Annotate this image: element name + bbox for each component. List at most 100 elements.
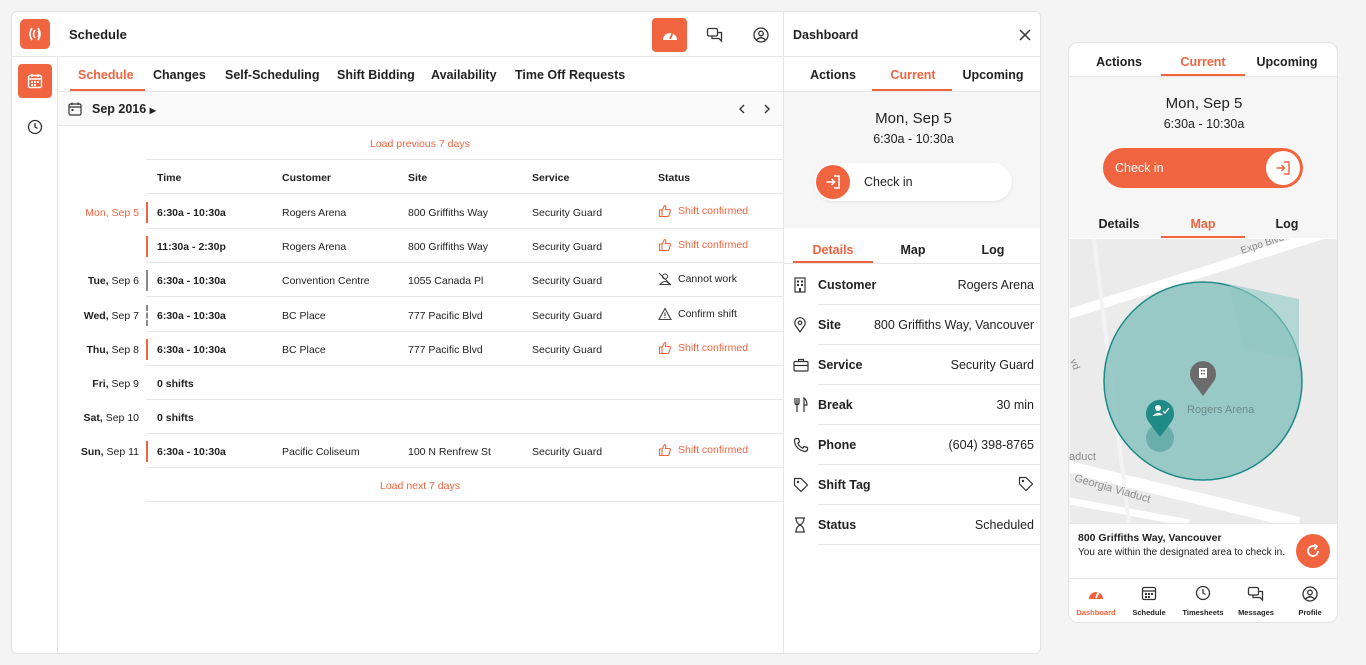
sidebar-item-schedule[interactable] <box>18 64 52 98</box>
tab-details[interactable]: Details <box>1077 217 1161 231</box>
load-next-link[interactable]: Load next 7 days <box>380 480 460 492</box>
table-row[interactable]: Wed, Sep 7 6:30a - 10:30a BC Place 777 Paci… <box>58 298 783 332</box>
nav-timesheets[interactable]: Timesheets <box>1176 585 1230 617</box>
calendar-icon <box>27 74 43 89</box>
tab-upcoming[interactable]: Upcoming <box>950 68 1036 82</box>
sidebar <box>12 57 58 653</box>
user-circle-icon <box>1302 586 1318 602</box>
shift-date: Mon, Sep 5 <box>875 110 952 127</box>
cell-status[interactable]: Shift confirmed <box>658 204 748 218</box>
status-text: Shift confirmed <box>678 444 749 457</box>
day-name: Sun, <box>80 446 104 459</box>
cell-status[interactable]: Shift confirmed <box>658 238 748 252</box>
check-in-button[interactable]: Check in <box>814 163 1012 201</box>
month-label: Sep 2016 <box>92 102 147 116</box>
detail-icon <box>793 477 809 493</box>
app-logo[interactable] <box>20 19 50 49</box>
table-row[interactable]: Tue, Sep 6 6:30a - 10:30a Convention Centr… <box>58 263 783 298</box>
month-picker[interactable]: Sep 2016 ▶ <box>92 102 156 116</box>
tab-self-scheduling[interactable]: Self-Scheduling <box>225 68 319 82</box>
tab-current[interactable]: Current <box>870 68 956 82</box>
tab-changes[interactable]: Changes <box>153 68 206 82</box>
table-row[interactable]: Fri, Sep 9 0 shifts <box>58 366 783 400</box>
venue-label: Rogers Arena <box>1187 404 1255 416</box>
cell-time: 6:30a - 10:30a <box>157 446 226 459</box>
nav-dashboard[interactable]: Dashboard <box>1069 585 1123 617</box>
status-text: Shift confirmed <box>678 205 749 217</box>
caret-right-icon: ▶ <box>149 106 156 115</box>
tab-details[interactable]: Details <box>790 243 876 257</box>
refresh-location-button[interactable] <box>1296 534 1330 568</box>
add-tag-button[interactable] <box>1018 476 1034 495</box>
tab-schedule[interactable]: Schedule <box>78 68 134 82</box>
location-pin-icon <box>794 317 806 334</box>
check-in-button[interactable]: Check in <box>1103 148 1303 188</box>
cell-site: 800 Griffiths Way <box>408 241 488 254</box>
user-circle-icon <box>752 27 769 43</box>
tab-map[interactable]: Map <box>870 243 956 257</box>
gauge-icon <box>1089 591 1103 599</box>
cell-service: Security Guard <box>532 446 603 459</box>
close-button[interactable] <box>1015 25 1035 45</box>
user-location-icon[interactable] <box>1145 395 1177 457</box>
row-cells <box>146 400 783 435</box>
tab-time-off-requests[interactable]: Time Off Requests <box>515 68 625 82</box>
tab-map[interactable]: Map <box>1161 217 1245 231</box>
location-status: You are within the designated area to ch… <box>1078 547 1285 558</box>
check-in-label: Check in <box>864 175 913 189</box>
load-previous-link[interactable]: Load previous 7 days <box>370 138 470 150</box>
dashboard-tabs: Actions Current Upcoming <box>784 57 1040 92</box>
detail-icon <box>793 517 809 533</box>
dashboard-header: Dashboard <box>784 12 1040 57</box>
cell-customer: BC Place <box>282 343 326 356</box>
tab-availability[interactable]: Availability <box>431 68 497 82</box>
table-row[interactable]: 11:30a - 2:30p Rogers Arena 800 Griffiths … <box>58 229 783 264</box>
tag-icon <box>793 477 809 493</box>
day-name: Tue, <box>87 275 109 288</box>
nav-schedule[interactable]: Schedule <box>1122 585 1176 617</box>
cell-site: 100 N Renfrew St <box>408 446 491 459</box>
detail-tabs: Details Map Log <box>1069 205 1337 239</box>
sign-in-icon <box>826 175 840 189</box>
cell-service: Security Guard <box>532 275 603 288</box>
detail-value: 800 Griffiths Way, Vancouver <box>873 318 1034 332</box>
tab-log[interactable]: Log <box>1245 217 1329 231</box>
desktop-window: Schedule Schedule Changes Self-Schedulin… <box>11 11 1041 654</box>
detail-value[interactable]: (604) 398-8765 <box>949 438 1034 452</box>
tab-shift-bidding[interactable]: Shift Bidding <box>337 68 415 82</box>
cell-status[interactable]: Confirm shift <box>658 306 737 321</box>
profile-button[interactable] <box>743 18 778 52</box>
tab-upcoming[interactable]: Upcoming <box>1245 55 1329 69</box>
cell-status[interactable]: Shift confirmed <box>658 443 748 457</box>
map-view[interactable]: Expo Blvd Georgia Viaduct aduct vd Roger… <box>1069 239 1337 523</box>
chat-icon <box>706 27 722 43</box>
shift-time: 6:30a - 10:30a <box>1163 117 1245 131</box>
tag-icon <box>1018 476 1034 492</box>
thumbs-up-icon <box>658 239 671 252</box>
clock-icon <box>27 119 43 135</box>
sidebar-item-timesheets[interactable] <box>18 110 52 144</box>
cell-status[interactable]: Shift confirmed <box>658 341 748 355</box>
venue-pin-icon[interactable] <box>1188 359 1218 397</box>
messages-button[interactable] <box>697 18 732 52</box>
day-date: Sep 8 <box>111 343 139 356</box>
nav-profile[interactable]: Profile <box>1283 585 1337 617</box>
table-row[interactable]: Sat, Sep 10 0 shifts <box>58 400 783 435</box>
nav-label: Timesheets <box>1182 608 1224 617</box>
tab-actions[interactable]: Actions <box>790 68 876 82</box>
tab-log[interactable]: Log <box>950 243 1036 257</box>
tab-current[interactable]: Current <box>1161 55 1245 69</box>
detail-row-break: Break 30 min <box>784 385 1040 425</box>
tab-actions[interactable]: Actions <box>1077 55 1161 69</box>
prev-week-button[interactable] <box>734 100 750 118</box>
dashboard-button[interactable] <box>652 18 687 52</box>
detail-label: Customer <box>818 278 877 292</box>
cell-status[interactable]: Cannot work <box>658 272 737 286</box>
detail-label: Phone <box>818 438 857 452</box>
active-tab-indicator <box>1161 74 1245 76</box>
table-row[interactable]: Mon, Sep 5 6:30a - 10:30a Rogers Arena 800 … <box>58 195 783 229</box>
nav-messages[interactable]: Messages <box>1229 585 1283 617</box>
table-row[interactable]: Sun, Sep 11 6:30a - 10:30a Pacific Coliseu… <box>58 434 783 469</box>
table-row[interactable]: Thu, Sep 8 6:30a - 10:30a BC Place 777 Paci… <box>58 332 783 366</box>
next-week-button[interactable] <box>759 100 775 118</box>
